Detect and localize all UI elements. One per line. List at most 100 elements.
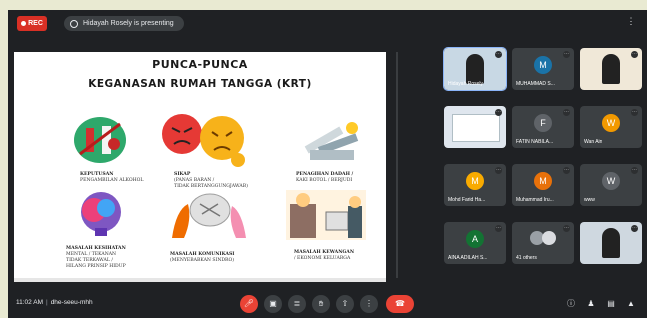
- participant-tile[interactable]: M ⋯ Mohd Farid Ha...: [444, 164, 506, 206]
- participant-tile[interactable]: ⋯: [580, 48, 642, 90]
- caption-line: MENTAL / TEKANAN: [66, 252, 117, 257]
- participant-tile[interactable]: ⋯ 41 others: [512, 222, 574, 264]
- shared-slide: PUNCA-PUNCA KEGANASAN RUMAH TANGGA (KRT)…: [14, 52, 386, 278]
- mic-muted-icon: ⋯: [495, 225, 502, 232]
- mic-muted-icon: ⋯: [563, 109, 570, 116]
- slide-title: PUNCA-PUNCA: [152, 58, 248, 71]
- caption-line: KEPUTUSAN: [80, 172, 114, 177]
- caption-line: HILANG PRINSIP HIDUP: [66, 264, 126, 269]
- presenting-text: Hidayah Rosely is presenting: [83, 20, 174, 27]
- participant-video: [602, 54, 620, 84]
- participant-tile[interactable]: ⋯: [580, 222, 642, 264]
- people-icon[interactable]: ♟: [584, 297, 598, 311]
- mic-muted-icon: ⋯: [563, 167, 570, 174]
- participant-name: Mohd Farid Ha...: [448, 197, 486, 203]
- mic-muted-icon: ⋯: [631, 167, 638, 174]
- participant-tile[interactable]: M ⋯ MUHAMMAD S...: [512, 48, 574, 90]
- meeting-code: dhe-seeu-mhh: [50, 299, 93, 306]
- shared-screen-thumbnail: [452, 114, 500, 142]
- caption-alcohol: KEPUTUSAN PENGAMBILAN ALKOHOL: [80, 172, 150, 184]
- participant-tile[interactable]: ⋯: [444, 106, 506, 148]
- caption-line: TIDAK BERTANGGUNGJAWAB): [174, 184, 248, 189]
- more-options-button[interactable]: ⋮: [360, 295, 378, 313]
- drugs-gambling-illustration: [304, 122, 359, 160]
- avatar: A: [466, 230, 484, 248]
- separator: |: [45, 299, 48, 306]
- raise-hand-button[interactable]: ✋︎: [312, 295, 330, 313]
- caption-line: SIKAP: [174, 172, 191, 177]
- participant-name: Wan Ain: [584, 139, 603, 145]
- slide-bottom-edge: [14, 278, 386, 282]
- mic-muted-icon: ⋯: [563, 225, 570, 232]
- caption-mental: MASALAH KESIHATAN MENTAL / TEKANAN TIDAK…: [66, 246, 156, 270]
- chat-icon[interactable]: ▤: [604, 297, 618, 311]
- angry-faces-illustration: [162, 114, 245, 167]
- caption-line: KAKI BOTOL / BERJUDI: [296, 178, 353, 183]
- caption-line: / EKONOMI KELUARGA: [294, 256, 351, 261]
- layout-icon[interactable]: ⋮: [623, 16, 639, 31]
- presenting-chip[interactable]: Hidayah Rosely is presenting: [64, 16, 184, 31]
- caption-finance: MASALAH KEWANGAN / EKONOMI KELUARGA: [294, 250, 384, 262]
- mic-muted-icon: ⋯: [495, 51, 502, 58]
- others-avatars-icon: [530, 231, 556, 245]
- participant-tile[interactable]: A ⋯ AINA ADILAH S...: [444, 222, 506, 264]
- avatar: M: [466, 172, 484, 190]
- mic-muted-icon: ⋯: [495, 167, 502, 174]
- camera-off-button[interactable]: ▣: [264, 295, 282, 313]
- recording-label: REC: [28, 20, 43, 27]
- participant-name: 41 others: [516, 255, 537, 261]
- info-icon[interactable]: ⓘ: [564, 297, 578, 311]
- caption-drugs: PENAGIHAN DADAH / KAKI BOTOL / BERJUDI: [296, 172, 376, 184]
- caption-line: MASALAH KOMUNIKASI: [170, 252, 235, 257]
- participant-video: [602, 228, 620, 258]
- mic-off-button[interactable]: 🎤︎: [240, 295, 258, 313]
- participant-name: FATIN NABILA...: [516, 139, 554, 145]
- mic-muted-icon: ⋯: [631, 109, 638, 116]
- captions-button[interactable]: ≣: [288, 295, 306, 313]
- caption-line: MASALAH KESIHATAN: [66, 246, 126, 251]
- top-bar: REC Hidayah Rosely is presenting ⋮: [8, 10, 647, 36]
- meet-window: REC Hidayah Rosely is presenting ⋮ PUNCA…: [8, 10, 647, 318]
- participant-name: MUHAMMAD S...: [516, 81, 555, 87]
- participant-name: Muhammad Iru...: [516, 197, 554, 203]
- caption-attitude: SIKAP (PANAS BARAN / TIDAK BERTANGGUNGJA…: [174, 172, 264, 190]
- participant-tile[interactable]: ⋯ Hidayah Rosely: [443, 47, 507, 91]
- bottom-bar: 11:02 AM | dhe-seeu-mhh 🎤︎ ▣ ≣ ✋︎ ⇧ ⋮ ☎︎ ⓘ…: [8, 290, 647, 318]
- mic-muted-icon: ⋯: [631, 225, 638, 232]
- avatar: W: [602, 172, 620, 190]
- caption-communication: MASALAH KOMUNIKASI (MENYEBABKAN SINDRO): [170, 252, 270, 264]
- mental-health-illustration: [81, 192, 121, 236]
- caption-line: TIDAK TERKAWAL /: [66, 258, 113, 263]
- leave-call-button[interactable]: ☎︎: [386, 295, 414, 313]
- mic-muted-icon: ⋯: [495, 109, 502, 116]
- avatar: F: [534, 114, 552, 132]
- participant-name: www: [584, 197, 595, 203]
- caption-line: PENGAMBILAN ALKOHOL: [80, 178, 144, 183]
- avatar: W: [602, 114, 620, 132]
- participant-tile[interactable]: W ⋯ Wan Ain: [580, 106, 642, 148]
- present-screen-icon: [70, 19, 78, 28]
- meeting-info: 11:02 AM | dhe-seeu-mhh: [16, 299, 93, 306]
- participant-tile[interactable]: M ⋯ Muhammad Iru...: [512, 164, 574, 206]
- finance-illustration: [286, 190, 366, 240]
- participant-tile[interactable]: F ⋯ FATIN NABILA...: [512, 106, 574, 148]
- participant-video: [466, 54, 484, 84]
- caption-line: (PANAS BARAN /: [174, 178, 215, 183]
- clock-time: 11:02 AM: [16, 299, 43, 306]
- mic-muted-icon: ⋯: [631, 51, 638, 58]
- avatar: M: [534, 172, 552, 190]
- avatar: M: [534, 56, 552, 74]
- caption-line: (MENYEBABKAN SINDRO): [170, 258, 235, 263]
- participant-name: AINA ADILAH S...: [448, 255, 488, 261]
- present-now-button[interactable]: ⇧: [336, 295, 354, 313]
- caption-line: PENAGIHAN DADAH /: [296, 172, 354, 177]
- caption-line: MASALAH KEWANGAN: [294, 250, 355, 255]
- slide-subtitle: KEGANASAN RUMAH TANGGA (KRT): [88, 78, 312, 90]
- activities-icon[interactable]: ▲: [624, 297, 638, 311]
- recording-badge: REC: [17, 16, 47, 31]
- participant-tile[interactable]: W ⋯ www: [580, 164, 642, 206]
- scrollbar[interactable]: [396, 52, 398, 278]
- participant-name: Hidayah Rosely: [448, 81, 484, 87]
- alcohol-illustration: [74, 117, 126, 163]
- record-dot-icon: [21, 21, 27, 26]
